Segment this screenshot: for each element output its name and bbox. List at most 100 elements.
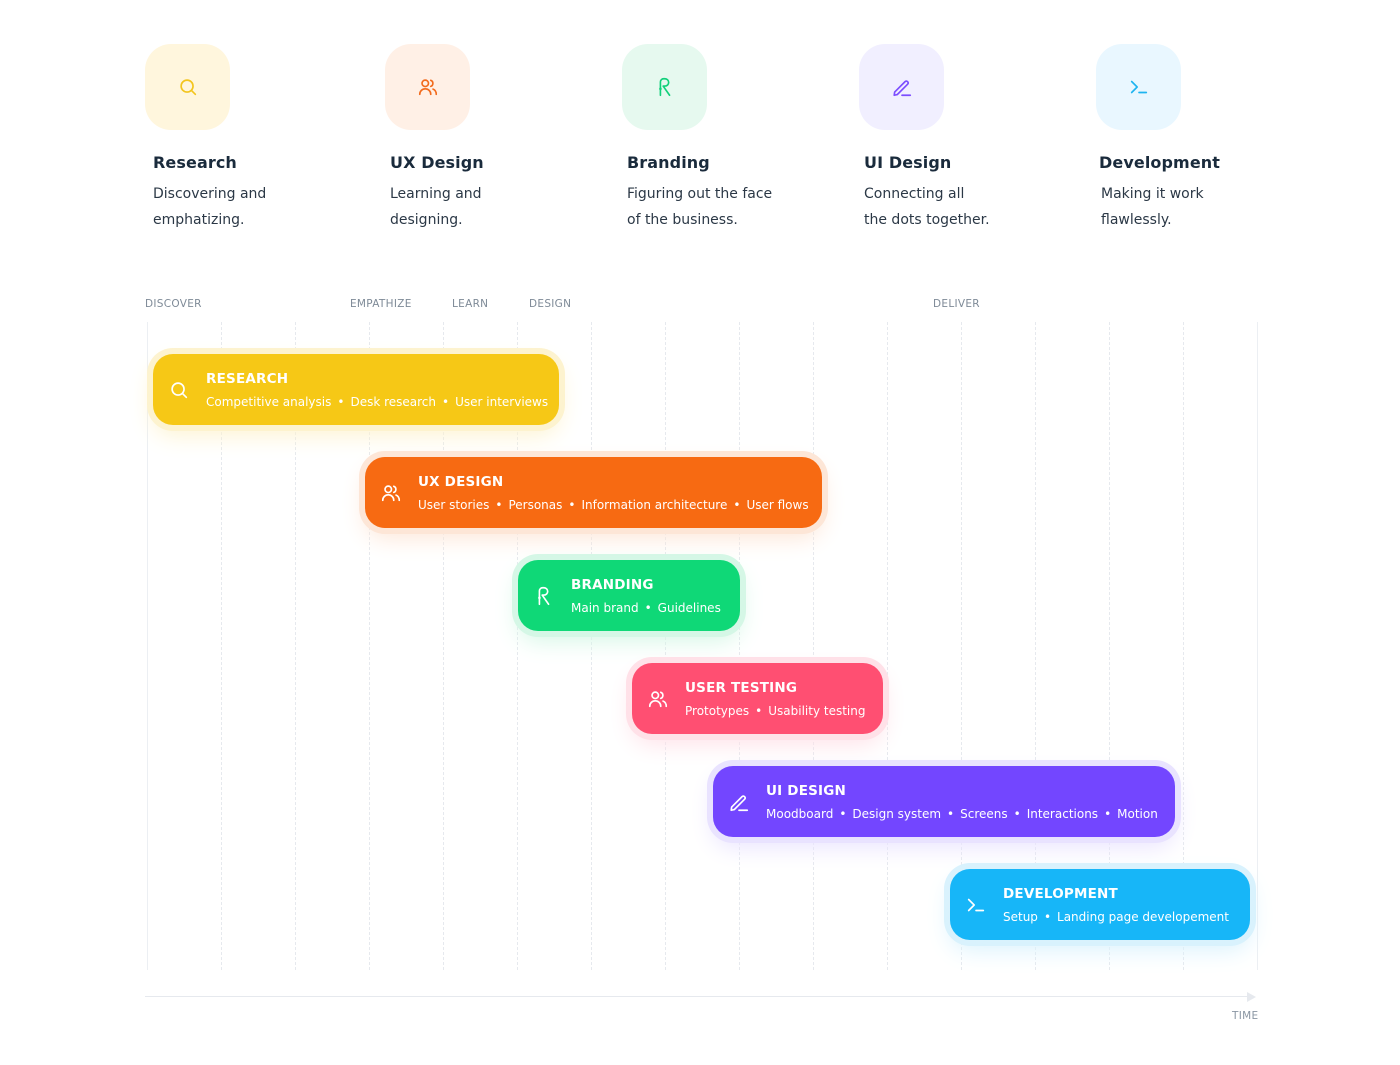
phase-description: Making it work flawlessly.: [1101, 181, 1281, 233]
bar-items: User stories • Personas • Information archit…: [418, 498, 809, 512]
terminal-icon: [1128, 76, 1150, 98]
grid-line: [739, 322, 740, 970]
item-separator: •: [1104, 806, 1112, 821]
phase-description-line: of the business.: [627, 212, 738, 228]
time-axis-label: TIME: [1232, 1010, 1259, 1022]
phase-tile: [385, 44, 470, 130]
bar-item: Main brand: [571, 600, 639, 615]
bar-item: Setup: [1003, 909, 1038, 924]
bar-research: RESEARCH Competitive analysis • Desk resear…: [147, 348, 565, 431]
bar-item: Competitive analysis: [206, 394, 332, 409]
phase-description-line: Making it work: [1101, 186, 1204, 202]
time-axis: [145, 996, 1248, 997]
phase-tile: [145, 44, 230, 130]
bar-items: Prototypes • Usability testing: [685, 704, 865, 718]
users-icon: [647, 688, 669, 710]
phase-description-line: Discovering and: [153, 186, 267, 202]
phase-tile: [622, 44, 707, 130]
search-icon: [168, 379, 190, 401]
bar-branding: BRANDING Main brand • Guidelines: [512, 554, 746, 637]
bar-body: RESEARCH Competitive analysis • Desk resear…: [153, 354, 559, 425]
bar-items: Moodboard • Design system • Screens • Interact…: [766, 807, 1158, 821]
stage-label-empathize: EMPATHIZE: [350, 298, 412, 310]
bar-item: Guidelines: [657, 600, 721, 615]
grid-line: [147, 322, 148, 970]
bar-body: DEVELOPMENT Setup • Landing page developeme…: [950, 869, 1250, 940]
bar-ui-design: UI DESIGN Moodboard • Design system • Screens…: [707, 760, 1181, 843]
phase-description-line: Figuring out the face: [627, 186, 773, 202]
stage-label-design: DESIGN: [529, 298, 572, 310]
phase-ui-design: UI Design Connecting all the dots togethe…: [859, 44, 1059, 233]
grid-line: [665, 322, 666, 970]
item-separator: •: [1043, 909, 1052, 924]
phase-title: Branding: [627, 153, 710, 172]
bar-item: User interviews: [455, 394, 549, 409]
search-icon: [177, 76, 199, 98]
bar-body: UI DESIGN Moodboard • Design system • Screens…: [713, 766, 1175, 837]
phase-ux-design: UX Design Learning and designing.: [385, 44, 585, 233]
stage-label-discover: DISCOVER: [145, 298, 202, 310]
users-icon: [380, 482, 402, 504]
bar-item: Information architecture: [581, 497, 728, 512]
item-separator: •: [568, 497, 576, 512]
phase-tile: [859, 44, 944, 130]
phase-title: Development: [1099, 153, 1221, 172]
item-separator: •: [644, 600, 652, 615]
phase-description: Connecting all the dots together.: [864, 181, 1044, 233]
phase-description: Figuring out the face of the business.: [627, 181, 807, 233]
bar-body: USER TESTING Prototypes • Usability testing: [632, 663, 883, 734]
bar-body: BRANDING Main brand • Guidelines: [518, 560, 740, 631]
stage-label-learn: LEARN: [452, 298, 489, 310]
phase-title: UI Design: [864, 153, 952, 172]
bar-user-testing: USER TESTING Prototypes • Usability testing: [626, 657, 889, 740]
bar-title: DEVELOPMENT: [1003, 885, 1118, 902]
phase-description-line: designing.: [390, 212, 463, 228]
phase-title: UX Design: [390, 153, 484, 172]
stage-label-deliver: DELIVER: [933, 298, 980, 310]
terminal-icon: [965, 894, 987, 916]
time-axis-arrow: [1247, 992, 1256, 1002]
bar-item: Landing page developement: [1057, 909, 1229, 924]
item-separator: •: [755, 703, 763, 718]
item-separator: •: [1013, 806, 1021, 821]
pen-icon: [728, 791, 750, 813]
bar-items: Main brand • Guidelines: [571, 601, 721, 615]
phase-description: Learning and designing.: [390, 181, 570, 233]
bar-title: BRANDING: [571, 576, 654, 593]
phase-branding: Branding Figuring out the face of the bus…: [622, 44, 822, 233]
bar-items: Setup • Landing page developement: [1003, 910, 1229, 924]
item-separator: •: [733, 497, 741, 512]
item-separator: •: [337, 394, 345, 409]
grid-line: [1257, 322, 1258, 970]
bar-title: UI DESIGN: [766, 782, 847, 799]
bar-item: Moodboard: [766, 806, 834, 821]
bar-item: User flows: [746, 497, 809, 512]
phase-description-line: the dots together.: [864, 212, 990, 228]
bar-item: Interactions: [1026, 806, 1099, 821]
bar-item: User stories: [418, 497, 490, 512]
bar-title: UX DESIGN: [418, 473, 504, 490]
phase-description: Discovering and emphatizing.: [153, 181, 333, 233]
bar-ux-design: UX DESIGN User stories • Personas • Informati…: [359, 451, 828, 534]
bar-item: Desk research: [350, 394, 437, 409]
bar-item: Prototypes: [685, 703, 750, 718]
brand-r-icon: [533, 585, 555, 607]
bar-item: Personas: [508, 497, 563, 512]
phase-description-line: emphatizing.: [153, 212, 245, 228]
grid-line: [591, 322, 592, 970]
phase-tile: [1096, 44, 1181, 130]
bar-development: DEVELOPMENT Setup • Landing page developeme…: [944, 863, 1256, 946]
phase-description-line: Connecting all: [864, 186, 965, 202]
brand-r-icon: [654, 76, 676, 98]
grid-line: [887, 322, 888, 970]
bar-title: RESEARCH: [206, 370, 289, 387]
phase-description-line: Learning and: [390, 186, 482, 202]
phase-description-line: flawlessly.: [1101, 212, 1172, 228]
users-icon: [417, 76, 439, 98]
grid-line: [813, 322, 814, 970]
bar-item: Screens: [960, 806, 1008, 821]
bar-items: Competitive analysis • Desk research • User …: [206, 395, 548, 409]
bar-body: UX DESIGN User stories • Personas • Informati…: [365, 457, 822, 528]
item-separator: •: [442, 394, 450, 409]
bar-item: Usability testing: [768, 703, 866, 718]
